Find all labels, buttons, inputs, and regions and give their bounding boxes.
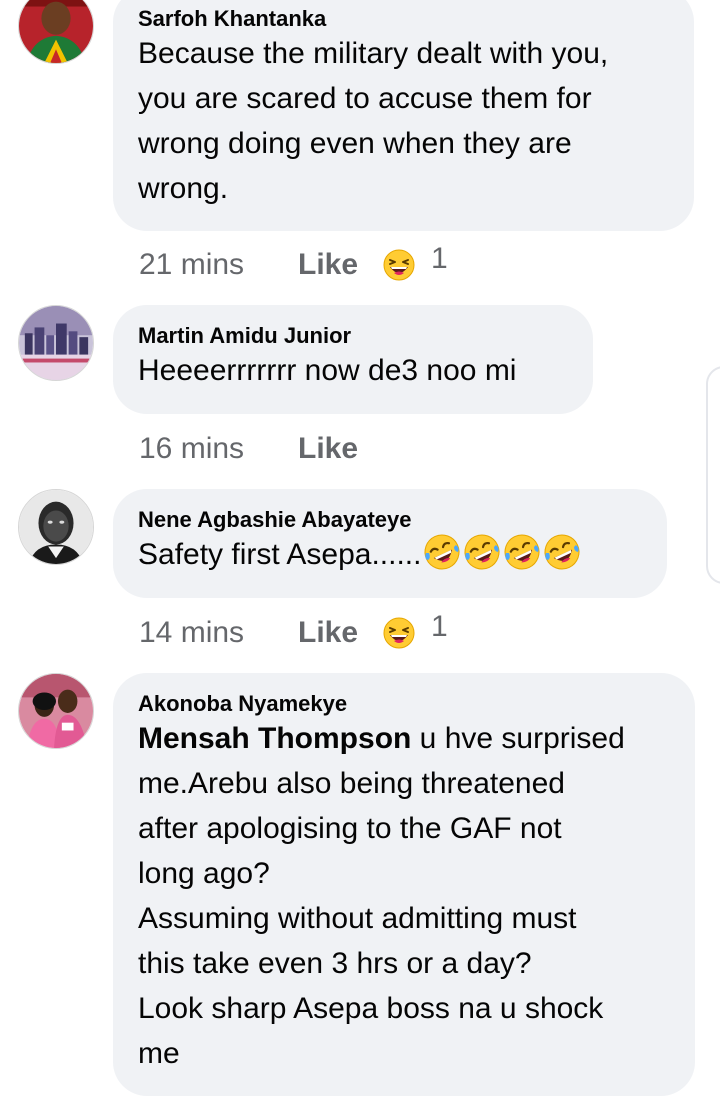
comment-line: this take even 3 hrs or a day? <box>138 947 532 980</box>
reaction-count[interactable]: 1 <box>431 242 448 276</box>
comment-bubble: Sarfoh Khantanka Because the military de… <box>113 0 694 231</box>
comments-page: Sarfoh Khantanka Because the military de… <box>0 0 720 1097</box>
comment-line: Heeeerrrrrrr now de3 noo mi <box>138 354 517 387</box>
comment-author[interactable]: Nene Agbashie Abayateye <box>138 507 642 533</box>
mention-link[interactable]: Mensah Thompson <box>138 722 411 755</box>
comment-line: after apologising to the GAF not <box>138 812 562 845</box>
laughing-face-icon[interactable] <box>383 617 415 649</box>
comment-line: you are scared to accuse them for <box>138 82 592 115</box>
comment-line: wrong doing even when they are <box>138 127 572 160</box>
comment-text: Because the military dealt with you, you… <box>138 31 669 211</box>
comment-author[interactable]: Akonoba Nyamekye <box>138 691 670 717</box>
comment-line: long ago? <box>138 857 270 890</box>
reaction-count[interactable]: 1 <box>431 610 448 644</box>
comment-line: Look sharp Asepa boss na u shock <box>138 992 604 1025</box>
comment-line: Because the military dealt with you, <box>138 37 609 70</box>
rolling-on-floor-laughing-icon <box>543 533 581 571</box>
avatar[interactable] <box>18 0 94 64</box>
comment-time[interactable]: 21 mins <box>139 248 244 282</box>
comment-time[interactable]: 16 mins <box>139 432 244 466</box>
comment-line: me.Arebu also being threatened <box>138 767 565 800</box>
comment-bubble: Nene Agbashie Abayateye Safety first Ase… <box>113 489 667 598</box>
avatar[interactable] <box>18 673 94 749</box>
like-button[interactable]: Like <box>298 432 358 466</box>
comment-line: me <box>138 1037 180 1070</box>
comment-line: Safety first Asepa...... <box>138 532 642 577</box>
comment-text: Heeeerrrrrrr now de3 noo mi <box>138 348 568 393</box>
like-button[interactable]: Like <box>298 616 358 650</box>
comment-text: Mensah Thompson u hve surprised me.Arebu… <box>138 716 670 1076</box>
comment-text: Safety first Asepa...... <box>138 532 642 577</box>
rolling-on-floor-laughing-icon <box>463 533 501 571</box>
comment-time[interactable]: 14 mins <box>139 616 244 650</box>
comment-line-text: Safety first Asepa...... <box>138 538 422 571</box>
rolling-on-floor-laughing-icon <box>423 533 461 571</box>
comment-line: wrong. <box>138 172 229 205</box>
avatar[interactable] <box>18 489 94 565</box>
comment-bubble: Akonoba Nyamekye Mensah Thompson u hve s… <box>113 673 695 1096</box>
rolling-on-floor-laughing-icon <box>503 533 541 571</box>
side-panel-edge[interactable] <box>706 366 720 584</box>
comment-bubble: Martin Amidu Junior Heeeerrrrrrr now de3… <box>113 305 593 414</box>
avatar[interactable] <box>18 305 94 381</box>
comment-line-text: u hve surprised <box>411 722 625 755</box>
comment-author[interactable]: Sarfoh Khantanka <box>138 6 669 32</box>
comment-line: Mensah Thompson u hve surprised <box>138 716 670 761</box>
comment-line: Assuming without admitting must <box>138 902 577 935</box>
like-button[interactable]: Like <box>298 248 358 282</box>
comment-author[interactable]: Martin Amidu Junior <box>138 323 568 349</box>
laughing-face-icon[interactable] <box>383 249 415 281</box>
